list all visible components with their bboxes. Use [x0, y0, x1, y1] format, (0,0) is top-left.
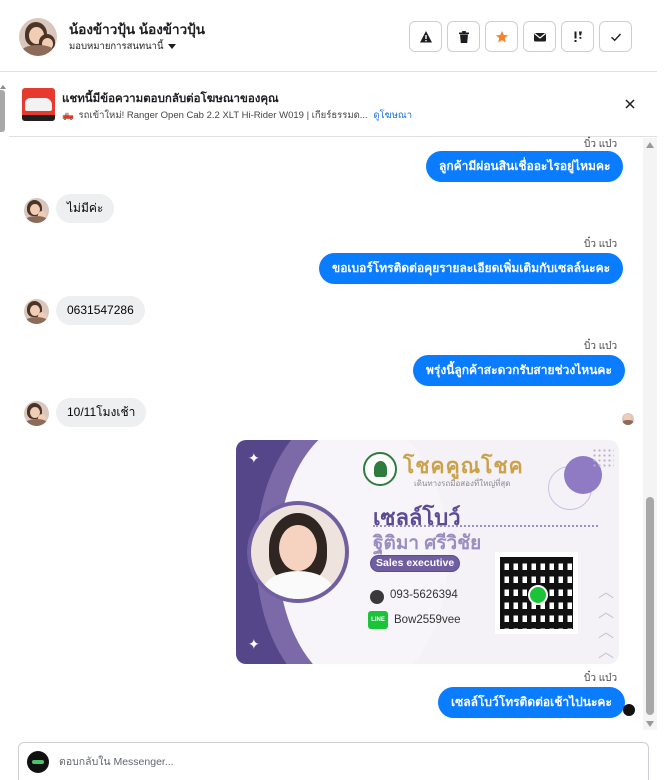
ad-reply-banner: แชทนี้มีข้อความตอบกลับต่อโฆษณาของคุณ 🛻 ร… — [9, 73, 657, 137]
qr-code — [495, 552, 578, 634]
incoming-message[interactable]: 0631547286 — [56, 296, 145, 325]
ad-thumbnail[interactable] — [22, 88, 55, 121]
sparkle-icon: ✦ — [248, 450, 260, 466]
assign-label: มอบหมายการสนทนานี้ — [69, 41, 164, 52]
conversation-header: น้องข้าวปุ้น น้องข้าวปุ้น มอบหมายการสนทน… — [0, 0, 657, 72]
business-card-image[interactable]: ✦ ✦ โชคคูณโชค เดินทางรถมือสองที่ใหญ่ที่ส… — [236, 440, 619, 664]
scroll-up-arrow[interactable] — [646, 142, 654, 148]
card-phone: 093-5626394 — [390, 589, 458, 601]
outgoing-message[interactable]: ขอเบอร์โทรติดต่อคุยรายละเอียดเพิ่มเติมกั… — [319, 253, 624, 284]
scroll-down-arrow[interactable] — [646, 721, 654, 727]
incoming-message[interactable]: 10/11โมงเช้า — [56, 398, 147, 427]
left-scroll-arrow[interactable] — [0, 85, 6, 89]
mark-unread-button[interactable] — [523, 21, 556, 52]
follow-up-button[interactable] — [561, 21, 594, 52]
reply-composer — [18, 742, 649, 780]
message-sender-name: บิ๋ว แบ๋ว — [584, 139, 618, 150]
left-scroll-thumb[interactable] — [0, 90, 5, 132]
seen-indicator-avatar — [622, 413, 634, 425]
contact-avatar[interactable] — [19, 18, 57, 56]
star-button[interactable] — [485, 21, 518, 52]
message-sender-name: บิ๋ว แบ๋ว — [584, 673, 618, 684]
card-role: Sales executive — [370, 555, 461, 572]
scroll-thumb[interactable] — [646, 497, 654, 715]
caret-down-icon — [167, 44, 176, 49]
conversation-actions — [409, 21, 632, 52]
contact-avatar-small — [24, 198, 49, 223]
warning-icon — [419, 30, 432, 42]
contact-avatar-small — [24, 401, 49, 426]
report-spam-button[interactable] — [409, 21, 442, 52]
mark-done-button[interactable] — [599, 21, 632, 52]
card-tagline: เดินทางรถมือสองที่ใหญ่ที่สุด — [414, 479, 511, 488]
trash-icon — [458, 30, 469, 43]
sent-status-icon — [623, 704, 635, 716]
salesperson-photo — [247, 501, 349, 603]
outgoing-message[interactable]: เซลล์โบว์โทรติดต่อเช้าไปนะคะ — [438, 687, 625, 718]
message-sender-name: บิ๋ว แบ๋ว — [584, 239, 618, 250]
contact-avatar-small — [24, 299, 49, 324]
line-app-icon: LINE — [368, 611, 388, 629]
star-icon — [495, 30, 508, 42]
chevron-up-icon: ︿ — [598, 644, 615, 661]
ad-subtitle-text: รถเข้าใหม่! Ranger Open Cab 2.2 XLT Hi-R… — [78, 110, 368, 121]
card-fullname: ฐิติมา ศรีวิชัย — [373, 533, 482, 554]
close-icon[interactable] — [623, 97, 637, 111]
pickup-truck-icon: 🛻 — [62, 110, 74, 121]
ad-banner-title: แชทนี้มีข้อความตอบกลับต่อโฆษณาของคุณ — [62, 93, 279, 105]
view-ad-link[interactable]: ดูโฆษณา — [373, 110, 412, 121]
card-line-id: Bow2559vee — [394, 614, 461, 626]
outgoing-message[interactable]: ลูกค้ามีผ่อนสินเชื่ออะไรอยู่ไหมคะ — [426, 151, 624, 182]
sparkle-icon: ✦ — [248, 636, 260, 652]
assign-conversation-dropdown[interactable]: มอบหมายการสนทนานี้ — [69, 39, 176, 54]
page-avatar-icon — [27, 751, 49, 773]
ad-banner-subtitle: 🛻 รถเข้าใหม่! Ranger Open Cab 2.2 XLT Hi… — [62, 108, 412, 123]
reply-input[interactable] — [59, 751, 629, 773]
incoming-message[interactable]: ไม่มีค่ะ — [56, 194, 115, 223]
delete-button[interactable] — [447, 21, 480, 52]
check-icon — [610, 33, 621, 41]
phone-icon — [370, 590, 384, 604]
contact-name[interactable]: น้องข้าวปุ้น น้องข้าวปุ้น — [69, 18, 205, 40]
outgoing-message[interactable]: พรุ่งนี้ลูกค้าสะดวกรับสายช่วงไหนคะ — [413, 355, 625, 386]
dealer-logo-icon — [363, 452, 397, 486]
mail-icon — [533, 32, 546, 41]
message-sender-name: บิ๋ว แบ๋ว — [584, 341, 618, 352]
mark-important-icon — [574, 31, 582, 42]
